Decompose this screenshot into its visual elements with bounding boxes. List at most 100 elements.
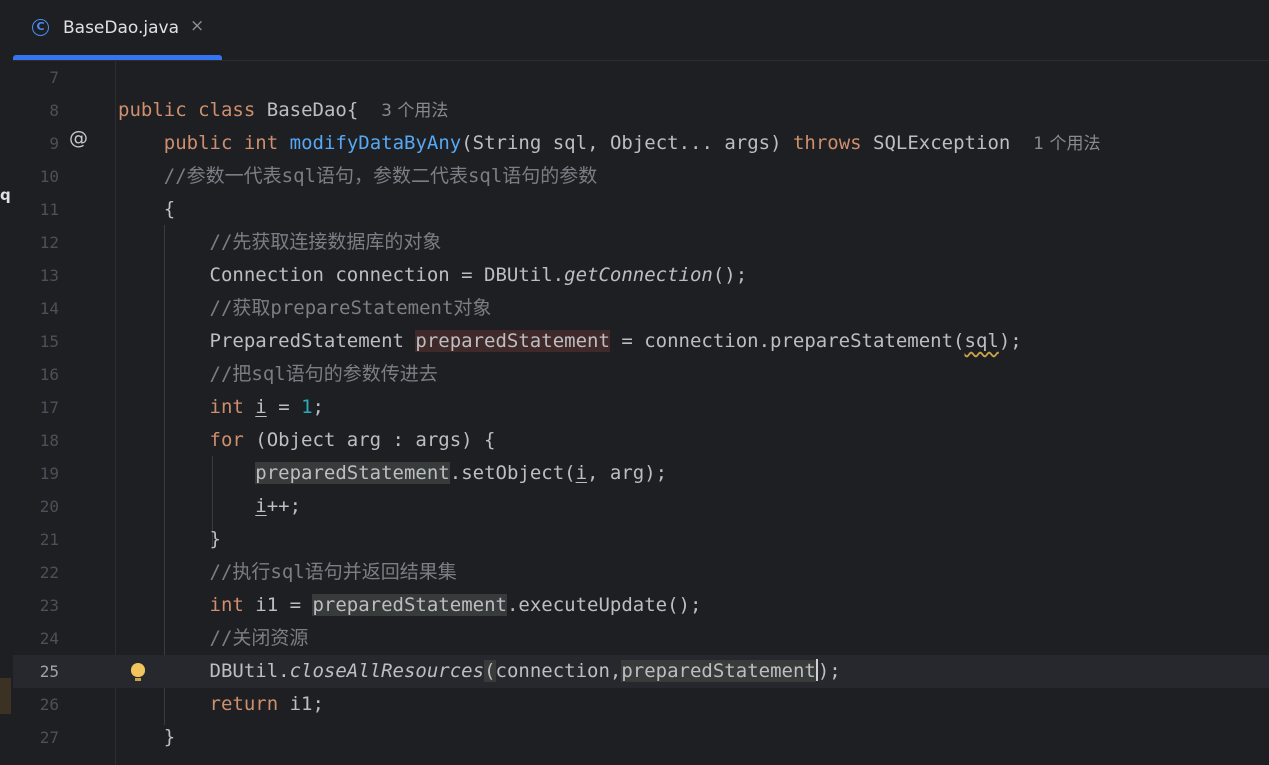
code-text: int i = 1; (118, 391, 324, 424)
code-line-17: 17 int i = 1; (13, 391, 1269, 424)
code-line-23: 23 int i1 = preparedStatement.executeUpd… (13, 589, 1269, 622)
code-editor[interactable]: 7 8 public class BaseDao{ 3 个用法 9 @ publ… (13, 61, 1269, 765)
brace: { (163, 198, 176, 220)
code-text: //关闭资源 (118, 622, 309, 655)
code-line-13: 13 Connection connection = DBUtil.getCon… (13, 259, 1269, 292)
code-line-16: 16 //把sql语句的参数传进去 (13, 358, 1269, 391)
code-text: //先获取连接数据库的对象 (118, 226, 442, 259)
method-params: (String sql, Object... args) (461, 132, 793, 154)
code-segment: , arg); (587, 462, 668, 484)
code-line-11: 11 { (13, 193, 1269, 226)
variable: i (255, 495, 267, 517)
keyword: int (209, 594, 244, 616)
class-name: BaseDao{ (266, 99, 359, 121)
active-tab-indicator (13, 55, 222, 60)
keyword: for (209, 429, 244, 451)
code-line-25[interactable]: 25 DBUtil.closeAllResources(connection,p… (13, 655, 1269, 688)
number-literal: 1 (301, 396, 313, 418)
exception-type: SQLException (861, 132, 1011, 154)
variable: i (575, 462, 588, 484)
code-line-27: 27 } (13, 721, 1269, 754)
code-line-20: 20 i++; (13, 490, 1269, 523)
line-number: 14 (39, 299, 59, 318)
matched-paren: ( (484, 660, 496, 682)
code-text: int i1 = preparedStatement.executeUpdate… (118, 589, 701, 622)
code-segment: ); (817, 660, 841, 682)
code-segment: (); (712, 264, 748, 286)
keyword: int (209, 396, 244, 418)
brace: } (163, 726, 176, 748)
line-number: 8 (49, 101, 59, 120)
code-segment: Connection connection = DBUtil. (209, 264, 565, 286)
code-line-24: 24 //关闭资源 (13, 622, 1269, 655)
code-segment: .executeUpdate(); (506, 594, 702, 616)
line-number: 26 (39, 695, 59, 714)
java-class-icon: C (32, 19, 49, 36)
code-line-9: 9 @ public int modifyDataByAny(String sq… (13, 127, 1269, 160)
code-segment: (Object arg : args) { (243, 429, 496, 451)
code-text: } (118, 523, 221, 556)
code-text: { (118, 193, 175, 226)
usages-hint[interactable]: 3 个用法 (381, 101, 448, 121)
line-number: 23 (39, 596, 59, 615)
static-method: getConnection (564, 264, 713, 286)
code-segment: i1 = (243, 594, 313, 616)
line-number: 13 (39, 266, 59, 285)
brace: } (209, 528, 221, 550)
line-number: 12 (39, 233, 59, 252)
editor-tab-bar: C BaseDao.java × (13, 0, 1269, 61)
highlighted-variable: preparedStatement (415, 330, 610, 352)
usages-hint[interactable]: 1 个用法 (1033, 134, 1100, 154)
code-segment: .setObject( (449, 462, 576, 484)
code-line-18: 18 for (Object arg : args) { (13, 424, 1269, 457)
code-segment: ; (312, 396, 324, 418)
static-method: closeAllResources (289, 660, 485, 682)
line-number: 22 (39, 563, 59, 582)
left-tool-strip: q (0, 0, 13, 765)
code-text: //获取prepareStatement对象 (118, 292, 492, 325)
code-line-22: 22 //执行sql语句并返回结果集 (13, 556, 1269, 589)
tab-title: BaseDao.java (63, 18, 180, 38)
code-text: PreparedStatement preparedStatement = co… (118, 325, 1022, 358)
close-icon[interactable]: × (190, 16, 204, 36)
line-number: 20 (39, 497, 59, 516)
keyword: return (209, 693, 279, 715)
comment: //执行sql语句并返回结果集 (209, 561, 457, 583)
keyword: int (243, 132, 279, 154)
tab-basedao-java[interactable]: C BaseDao.java × (13, 0, 222, 60)
code-segment: DBUtil. (209, 660, 290, 682)
line-number: 16 (39, 365, 59, 384)
comment: //把sql语句的参数传进去 (209, 363, 438, 385)
sidebar-marker (0, 678, 11, 714)
override-gutter-icon[interactable]: @ (69, 127, 88, 149)
code-text: return i1; (118, 688, 324, 721)
code-segment: = connection.prepareStatement( (609, 330, 965, 352)
code-segment: = (266, 396, 302, 418)
comment: //关闭资源 (209, 627, 309, 649)
keyword: throws (792, 132, 862, 154)
code-line-19: 19 preparedStatement.setObject(i, arg); (13, 457, 1269, 490)
code-line-21: 21 } (13, 523, 1269, 556)
code-text: preparedStatement.setObject(i, arg); (118, 457, 667, 490)
code-line-10: 10 //参数一代表sql语句，参数二代表sql语句的参数 (13, 160, 1269, 193)
line-number: 18 (39, 431, 59, 450)
code-segment: i1; (278, 693, 324, 715)
code-line-14: 14 //获取prepareStatement对象 (13, 292, 1269, 325)
line-number: 7 (49, 68, 59, 87)
code-text: //参数一代表sql语句，参数二代表sql语句的参数 (118, 160, 598, 193)
keyword: public (163, 132, 233, 154)
code-segment: connection, (495, 660, 622, 682)
code-line-7: 7 (13, 61, 1269, 94)
highlighted-variable: preparedStatement (621, 660, 816, 682)
line-number: 19 (39, 464, 59, 483)
code-text: for (Object arg : args) { (118, 424, 496, 457)
code-line-15: 15 PreparedStatement preparedStatement =… (13, 325, 1269, 358)
code-segment: ); (998, 330, 1022, 352)
line-number: 11 (39, 200, 59, 219)
keyword: class (198, 99, 256, 121)
line-number: 17 (39, 398, 59, 417)
code-text: Connection connection = DBUtil.getConnec… (118, 259, 748, 292)
variable: i (255, 396, 267, 418)
code-text: public int modifyDataByAny(String sql, O… (118, 127, 1101, 161)
line-number: 24 (39, 629, 59, 648)
